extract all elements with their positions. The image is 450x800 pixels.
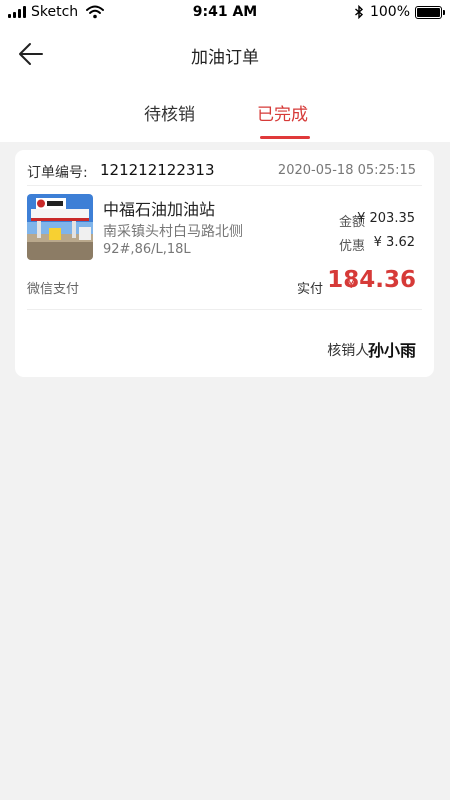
divider — [27, 309, 422, 310]
verifier-label: 核销人: — [327, 343, 374, 359]
order-number-label: 订单编号: — [27, 165, 88, 181]
paid-label: 实付 — [296, 282, 323, 297]
station-address: 南采镇头村白马路北侧 — [103, 224, 243, 240]
station-image — [27, 194, 93, 260]
verifier-name: 孙小雨 — [367, 341, 416, 360]
fuel-spec: 92#,86/L,18L — [103, 242, 191, 257]
order-card[interactable]: 订单编号: 121212122313 2020-05-18 05:25:15 中… — [15, 150, 434, 377]
page-title: 加油订单 — [191, 48, 259, 68]
divider — [27, 185, 422, 186]
status-right: 100% — [354, 4, 445, 20]
nav-bar: 加油订单 — [0, 26, 450, 82]
station-name: 中福石油加油站 — [103, 200, 216, 219]
bluetooth-icon — [355, 5, 364, 19]
battery-icon — [415, 5, 445, 19]
battery-percent: 100% — [369, 4, 410, 20]
order-number: 121212122313 — [100, 161, 215, 179]
paid-amount: 184.36 — [327, 267, 416, 293]
tab-indicator — [260, 136, 310, 139]
status-bar: Sketch 9:41 AM 100% — [0, 0, 450, 26]
payment-method: 微信支付 — [27, 282, 80, 297]
amount-value: ¥ 203.35 — [357, 211, 415, 226]
battery-fill — [417, 7, 440, 17]
discount-value: ¥ 3.62 — [373, 235, 415, 250]
tab-pending[interactable]: 待核销 — [144, 100, 195, 125]
discount-label: 优惠 — [338, 239, 365, 254]
tab-bar: 待核销 已完成 — [0, 82, 450, 142]
tab-completed[interactable]: 已完成 — [257, 100, 308, 125]
order-time: 2020-05-18 05:25:15 — [277, 163, 416, 178]
